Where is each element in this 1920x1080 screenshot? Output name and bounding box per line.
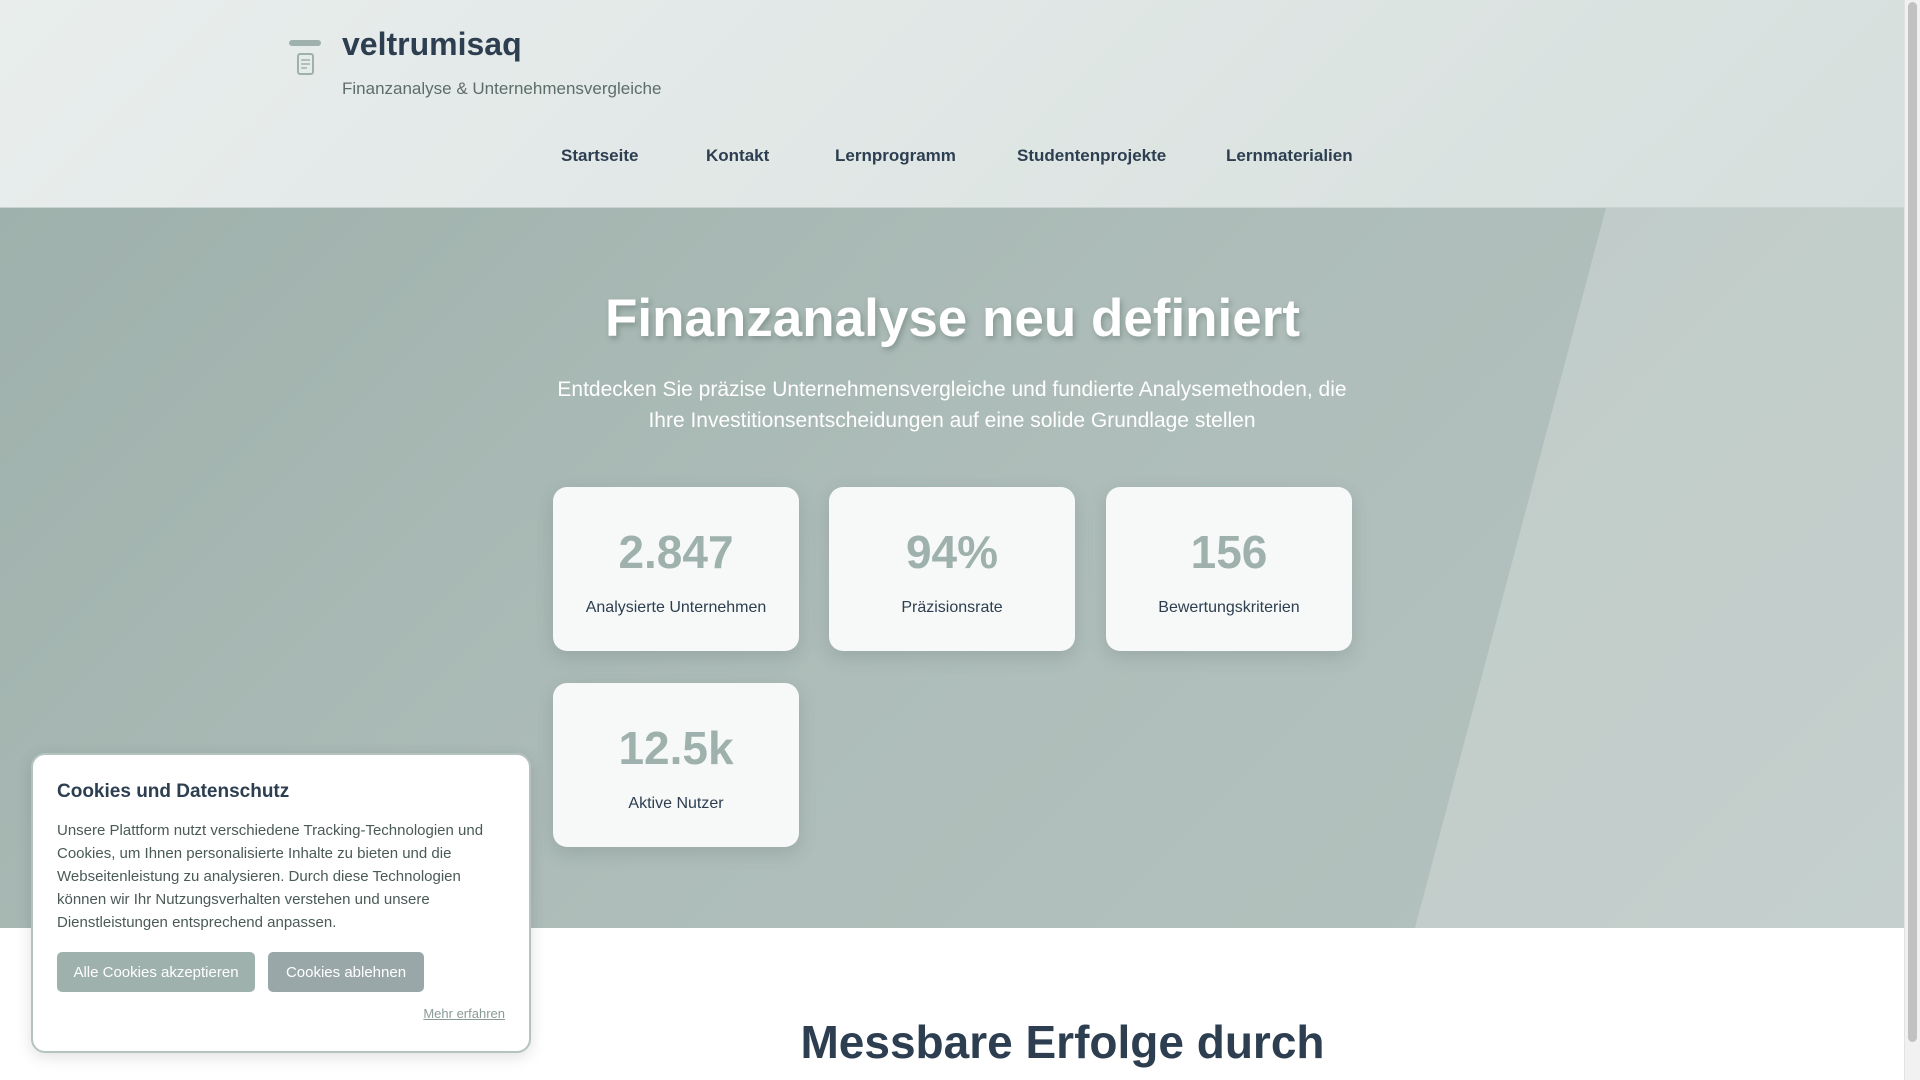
cookie-title: Cookies und Datenschutz [57,781,290,802]
nav-item-startseite[interactable]: Startseite [561,146,638,166]
page: veltrumisaq Finanzanalyse & Unternehmens… [0,0,1905,1080]
stat-value: 156 [1190,526,1268,578]
nav-item-kontakt[interactable]: Kontakt [706,146,769,166]
stat-label: Aktive Nutzer [628,795,724,812]
hero-subtitle: Entdecken Sie präzise Unternehmensvergle… [557,378,1347,432]
learn-more-link[interactable]: Mehr erfahren [423,1006,505,1021]
brand-name[interactable]: veltrumisaq [342,26,522,63]
stat-card: 94% Präzisionsrate [829,487,1075,651]
cookie-text: Unsere Plattform nutzt verschiedene Trac… [57,822,484,931]
stat-label: Analysierte Unternehmen [585,599,767,616]
stat-label: Präzisionsrate [901,599,1003,616]
stat-card: 12.5k Aktive Nutzer [553,683,799,847]
nav-item-lernmaterialien[interactable]: Lernmaterialien [1226,146,1353,166]
nav-item-studentenprojekte[interactable]: Studentenprojekte [1017,146,1166,166]
stat-value: 94% [905,526,999,578]
stat-card: 2.847 Analysierte Unternehmen [553,487,799,651]
brand-tagline: Finanzanalyse & Unternehmensvergleiche [342,79,662,98]
accept-cookies-button[interactable]: Alle Cookies akzeptieren [57,952,255,992]
decline-cookies-button[interactable]: Cookies ablehnen [268,952,424,992]
hero-title: Finanzanalyse neu definiert [604,289,1301,348]
stat-value: 2.847 [618,526,734,578]
site-header: veltrumisaq Finanzanalyse & Unternehmens… [0,0,1905,208]
stat-card: 156 Bewertungskriterien [1106,487,1352,651]
document-icon[interactable] [289,40,323,78]
vertical-scrollbar[interactable] [1904,0,1920,1080]
cookie-banner: Cookies und Datenschutz Unsere Plattform… [31,753,531,1053]
nav-item-lernprogramm[interactable]: Lernprogramm [835,146,956,166]
stat-label: Bewertungskriterien [1158,599,1300,616]
stat-value: 12.5k [618,722,734,774]
main-nav: Startseite Kontakt Lernprogramm Studente… [0,146,1905,170]
scrollbar-thumb[interactable] [1908,2,1917,1042]
